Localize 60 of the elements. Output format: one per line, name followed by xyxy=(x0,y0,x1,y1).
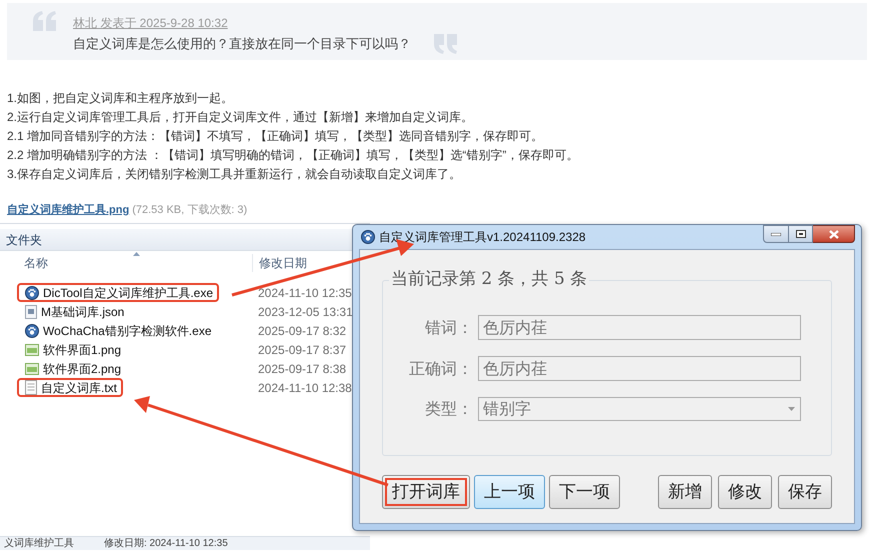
file-name: 自定义词库.txt xyxy=(41,380,118,396)
field-label: 正确词： xyxy=(408,358,474,380)
file-date: 2025-09-17 8:38 xyxy=(258,360,346,378)
dialog-button[interactable]: 打开词库 xyxy=(382,475,470,509)
close-icon xyxy=(828,230,838,238)
file-name: 软件界面1.png xyxy=(43,342,122,358)
file-date: 2025-09-17 8:32 xyxy=(258,322,346,340)
file-name-cell[interactable]: M基础词库.json xyxy=(17,302,130,321)
dialog-button[interactable]: 保存 xyxy=(778,475,832,509)
dialog-button[interactable]: 修改 xyxy=(718,475,772,509)
close-quote-icon xyxy=(434,34,458,54)
document-icon xyxy=(25,304,37,318)
post-text-line: 1.如图，把自定义词库和主程序放到一起。 xyxy=(7,90,234,107)
file-date: 2023-12-05 13:31 xyxy=(258,304,353,320)
dialog-button[interactable]: 下一项 xyxy=(549,475,620,509)
text-input[interactable]: 色厉内荏 xyxy=(478,315,801,340)
file-date: 2025-09-17 8:37 xyxy=(258,342,346,358)
file-name-cell[interactable]: DicTool自定义词库维护工具.exe xyxy=(17,283,220,302)
file-date: 2024-11-10 12:35 xyxy=(258,284,352,302)
post-text-line: 2.运行自定义词库管理工具后，打开自定义词库文件，通过【新增】来增加自定义词库。 xyxy=(7,109,474,126)
dialog-button[interactable]: 上一项 xyxy=(474,475,545,509)
paw-icon xyxy=(361,230,375,244)
file-name-cell[interactable]: 软件界面2.png xyxy=(17,359,128,378)
file-name-cell[interactable]: 自定义词库.txt xyxy=(17,378,124,397)
file-name-cell[interactable]: WoChaCha错别字检测软件.exe xyxy=(17,321,218,340)
text-input[interactable]: 色厉内荏 xyxy=(478,356,801,381)
paw-icon xyxy=(25,286,39,300)
minimize-icon xyxy=(771,232,781,236)
maximize-button[interactable] xyxy=(789,225,813,243)
file-name-cell[interactable]: 软件界面1.png xyxy=(17,340,128,359)
file-name: 软件界面2.png xyxy=(43,360,122,378)
post-text-line: 3.保存自定义词库后，关闭错别字检测工具并重新运行，就会自动读取自定义词库了。 xyxy=(7,166,462,183)
folder-title: 文件夹 xyxy=(6,232,42,248)
sort-arrow-icon xyxy=(133,252,140,256)
quote-text: 自定义词库是怎么使用的？直接放在同一个目录下可以吗？ xyxy=(73,35,411,53)
attachment-link[interactable]: 自定义词库维护工具.png xyxy=(7,203,130,217)
file-date: 2024-11-10 12:38 xyxy=(258,380,352,396)
minimize-button[interactable] xyxy=(763,225,789,243)
maximize-icon xyxy=(796,230,806,238)
open-quote-icon xyxy=(33,11,57,31)
file-name: M基础词库.json xyxy=(41,304,124,320)
image-file-icon xyxy=(25,342,39,356)
image-file-icon xyxy=(25,362,39,376)
close-button[interactable] xyxy=(813,225,855,243)
field-label: 错词： xyxy=(424,316,474,338)
type-dropdown[interactable]: 错别字 xyxy=(478,397,801,421)
file-name: DicTool自定义词库维护工具.exe xyxy=(43,284,214,302)
dialog-button[interactable]: 新增 xyxy=(658,475,712,509)
details-date: 修改日期: 2024-11-10 12:35 xyxy=(104,536,228,551)
paw-icon xyxy=(25,324,39,338)
column-header[interactable]: 修改日期 xyxy=(252,254,307,272)
details-name: 义词库维护工具 xyxy=(4,536,74,551)
attachment-meta: (72.53 KB, 下载次数: 3) xyxy=(132,203,248,217)
text-file-icon xyxy=(25,380,37,395)
column-header[interactable]: 名称 xyxy=(0,254,252,272)
dropdown-caret-icon xyxy=(788,407,795,411)
post-text-line: 2.1 增加同音错别字的方法：【错词】不填写，【正确词】填写，【类型】选同音错别字，保存即可。 xyxy=(7,128,544,145)
file-name: WoChaCha错别字检测软件.exe xyxy=(43,322,212,340)
field-label: 类型： xyxy=(424,398,474,420)
post-text-line: 2.2 增加明确错别字的方法 ：【错词】填写明确的错词，【正确词】填写，【类型】选“错别字”，保存即可。 xyxy=(7,147,578,164)
